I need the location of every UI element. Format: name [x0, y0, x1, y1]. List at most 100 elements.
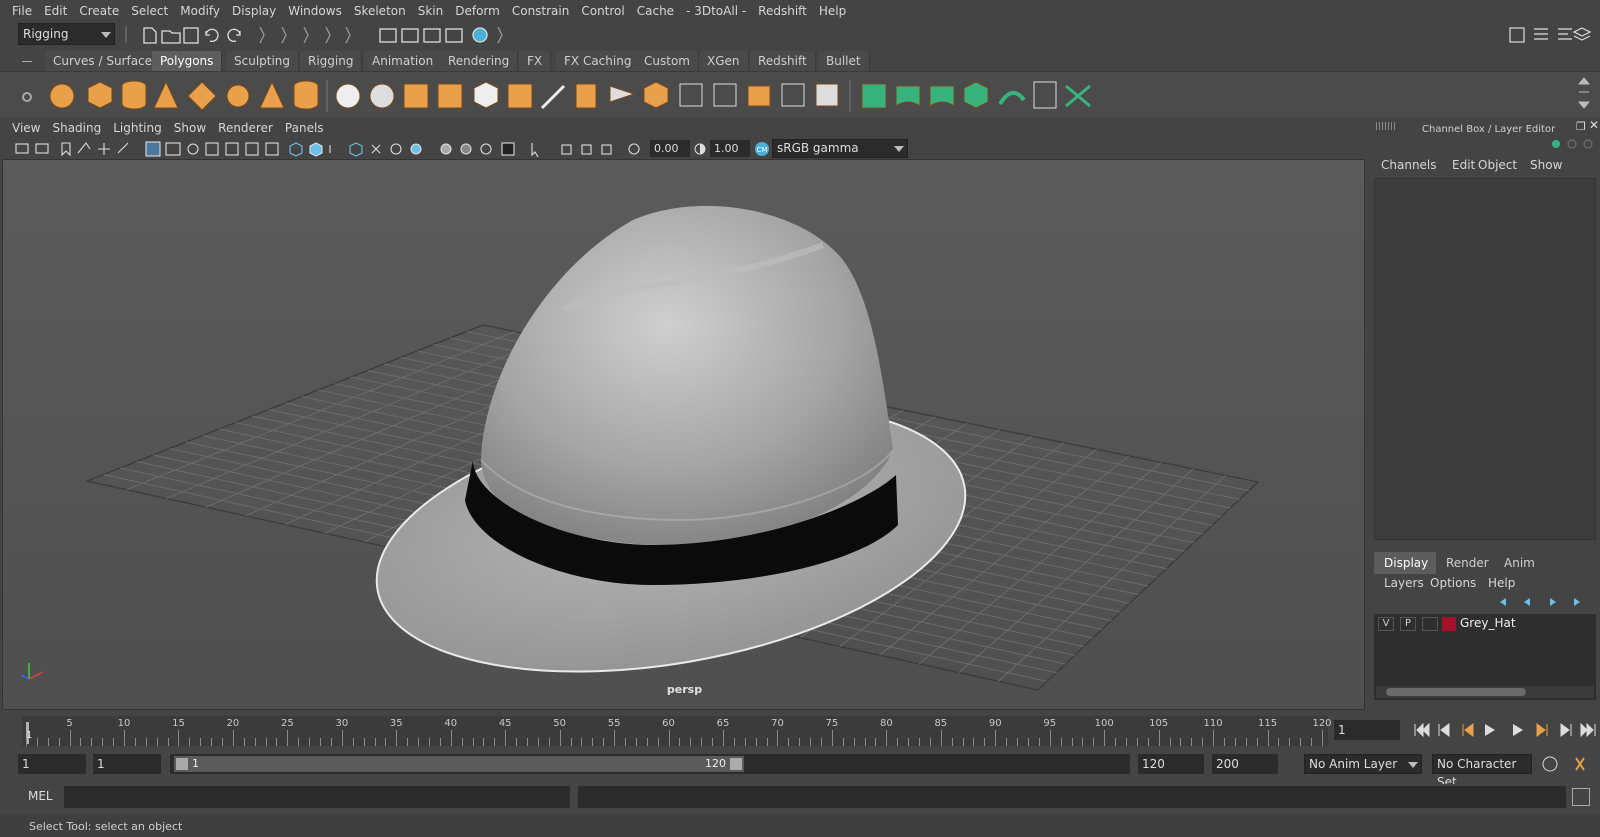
layer-row[interactable]: V P Grey_Hat	[1374, 614, 1596, 634]
menu-skeleton[interactable]: Skeleton	[348, 4, 412, 18]
gamma-icon[interactable]	[692, 141, 708, 157]
vp-menu-view[interactable]: View	[6, 121, 46, 135]
time-tick	[559, 730, 561, 746]
color-space-dropdown[interactable]: sRGB gamma	[772, 139, 908, 158]
menu-constrain[interactable]: Constrain	[506, 4, 576, 18]
layer-scrollbar[interactable]	[1376, 686, 1594, 698]
tab-fx-caching[interactable]: FX Caching	[556, 51, 641, 71]
layer-action-icons[interactable]	[1496, 594, 1596, 610]
tab-rigging[interactable]: Rigging	[300, 51, 363, 71]
range-end-grip[interactable]	[730, 758, 742, 770]
workspace-icons[interactable]	[1506, 23, 1600, 47]
command-language-label[interactable]: MEL	[28, 789, 53, 803]
script-editor-icon[interactable]	[1572, 788, 1590, 806]
le-menu-options[interactable]: Options	[1430, 576, 1476, 590]
character-set-dropdown[interactable]: No Character Set	[1432, 754, 1532, 789]
menu-help[interactable]: Help	[813, 4, 852, 18]
time-tick-label: 60	[662, 718, 675, 729]
playback-controls[interactable]	[1412, 720, 1598, 740]
menu-display[interactable]: Display	[226, 4, 282, 18]
gear-icon[interactable]	[22, 92, 32, 102]
menu-3dtoall[interactable]: - 3DtoAll -	[680, 4, 752, 18]
perspective-viewport[interactable]: persp	[2, 159, 1365, 710]
current-frame-field[interactable]: 1	[1334, 720, 1400, 740]
range-slider-track[interactable]: 1 120	[170, 754, 1130, 774]
playback-end-field[interactable]: 120	[1138, 754, 1204, 774]
menu-modify[interactable]: Modify	[174, 4, 226, 18]
tab-anim[interactable]: Anim	[1494, 552, 1545, 574]
exposure-field[interactable]: 0.00	[650, 140, 690, 157]
tab-polygons[interactable]: Polygons	[152, 51, 223, 71]
menu-edit[interactable]: Edit	[38, 4, 73, 18]
cb-menu-channels[interactable]: Channels	[1381, 158, 1437, 172]
panel-drag-handle[interactable]	[1376, 122, 1396, 130]
range-slider-bar: 1 1 1 120 120 200 No Anim Layer No Chara…	[0, 750, 1600, 789]
range-start-grip[interactable]	[176, 758, 188, 770]
range-slider-handle[interactable]: 1 120	[174, 756, 744, 772]
tab-fx[interactable]: FX	[519, 51, 552, 71]
animation-start-field[interactable]: 1	[18, 754, 86, 774]
tab-animation[interactable]: Animation	[364, 51, 443, 71]
command-input[interactable]	[64, 786, 570, 808]
layer-type-toggle[interactable]	[1422, 617, 1438, 631]
time-tick	[1158, 730, 1160, 746]
time-slider-track[interactable]: 1 5 10 15 20 25 30 35 40 45 50 55 60 65 70 75 80 85 90 95 1…	[22, 716, 1332, 746]
shelf-scroll-icons[interactable]	[1576, 74, 1592, 114]
time-tick-label: 95	[1043, 718, 1057, 729]
animation-end-field[interactable]: 200	[1212, 754, 1278, 774]
tab-rendering[interactable]: Rendering	[440, 51, 519, 71]
float-icon[interactable]: ❐	[1576, 120, 1586, 133]
close-icon[interactable]: ✕	[1589, 118, 1599, 132]
layer-playback-toggle[interactable]: P	[1400, 617, 1416, 631]
menu-windows[interactable]: Windows	[282, 4, 348, 18]
le-menu-layers[interactable]: Layers	[1384, 576, 1424, 590]
layer-color-swatch[interactable]	[1442, 617, 1456, 631]
menuset-dropdown[interactable]: Rigging	[18, 23, 115, 45]
statusline-tool-icons[interactable]	[122, 23, 522, 47]
menu-file[interactable]: File	[6, 4, 38, 18]
channel-box-area[interactable]	[1374, 178, 1596, 540]
color-management-icon[interactable]: CM	[754, 141, 770, 157]
scrollbar-thumb[interactable]	[1386, 688, 1526, 696]
tab-bullet[interactable]: Bullet	[818, 51, 870, 71]
playback-start-field[interactable]: 1	[93, 754, 161, 774]
tab-custom[interactable]: Custom	[636, 51, 699, 71]
grid-line	[998, 475, 1227, 682]
menu-cache[interactable]: Cache	[631, 4, 680, 18]
cb-menu-object[interactable]: Object	[1478, 158, 1517, 172]
tab-render[interactable]: Render	[1436, 552, 1499, 574]
le-menu-help[interactable]: Help	[1488, 576, 1515, 590]
menu-skin[interactable]: Skin	[412, 4, 450, 18]
range-extra-icons[interactable]	[1540, 754, 1598, 774]
time-tick	[788, 738, 790, 746]
tab-sculpting[interactable]: Sculpting	[226, 51, 300, 71]
menu-deform[interactable]: Deform	[449, 4, 506, 18]
tab-display[interactable]: Display	[1374, 552, 1439, 574]
vp-menu-show[interactable]: Show	[168, 121, 212, 135]
vp-menu-shading[interactable]: Shading	[46, 121, 107, 135]
menu-redshift[interactable]: Redshift	[752, 4, 813, 18]
gamma-field[interactable]: 1.00	[710, 140, 750, 157]
tab-curves-surfaces[interactable]: Curves / Surfaces	[45, 51, 168, 71]
shelf-menu-icon[interactable]	[22, 61, 32, 62]
time-tick	[287, 730, 289, 746]
cb-menu-show[interactable]: Show	[1530, 158, 1562, 172]
tab-redshift[interactable]: Redshift	[750, 51, 816, 71]
menu-control[interactable]: Control	[575, 4, 630, 18]
layer-visibility-toggle[interactable]: V	[1378, 617, 1394, 631]
polygon-shelf-icons[interactable]	[44, 76, 1104, 116]
bookmark-icon	[61, 142, 71, 157]
layer-name[interactable]: Grey_Hat	[1460, 616, 1516, 630]
menu-create[interactable]: Create	[73, 4, 125, 18]
time-tick	[603, 738, 605, 746]
vp-menu-lighting[interactable]: Lighting	[107, 121, 168, 135]
cb-menu-edit[interactable]: Edit	[1452, 158, 1475, 172]
anim-layer-dropdown[interactable]: No Anim Layer	[1304, 754, 1422, 774]
channel-box-toggle-icons[interactable]	[1550, 136, 1596, 152]
tab-xgen[interactable]: XGen	[699, 51, 749, 71]
time-tick	[995, 730, 997, 746]
vp-menu-panels[interactable]: Panels	[279, 121, 330, 135]
menu-select[interactable]: Select	[125, 4, 174, 18]
viewport-toolbar-icons[interactable]	[6, 139, 666, 159]
vp-menu-renderer[interactable]: Renderer	[212, 121, 279, 135]
